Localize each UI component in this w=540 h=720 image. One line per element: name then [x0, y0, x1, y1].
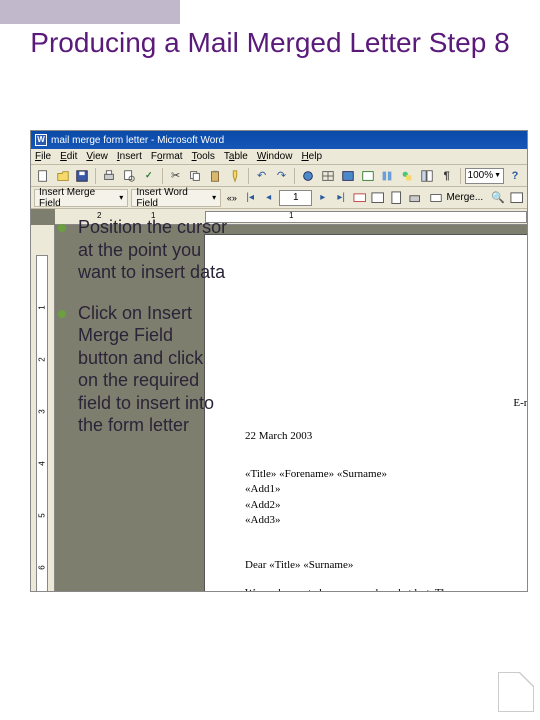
- menu-help[interactable]: Help: [301, 151, 322, 162]
- doc-map-icon[interactable]: [418, 167, 436, 185]
- bullet-text: Position the cursor at the point you wan…: [78, 217, 227, 282]
- titlebar: W mail merge form letter - Microsoft Wor…: [31, 131, 527, 149]
- sender-email: E-mail A1@: [245, 396, 528, 411]
- bullet-item: Click on Insert Merge Field button and c…: [58, 302, 228, 437]
- print-preview-icon[interactable]: [120, 167, 138, 185]
- new-doc-icon[interactable]: [34, 167, 52, 185]
- edit-data-source-icon[interactable]: [509, 190, 524, 206]
- redo-icon[interactable]: ↷: [273, 167, 291, 185]
- show-hide-icon[interactable]: ¶: [438, 167, 456, 185]
- body-paragraph: We are happy to have you on board at las…: [245, 586, 528, 592]
- next-record-icon[interactable]: ▸: [315, 190, 330, 206]
- chevron-down-icon: ▼: [494, 172, 501, 179]
- merge-button[interactable]: Merge...: [425, 189, 487, 207]
- help-icon[interactable]: ?: [506, 167, 524, 185]
- sender-tel: Tel (01: [245, 381, 528, 396]
- mail-merge-toolbar: Insert Merge Field ▾ Insert Word Field ▾…: [31, 187, 527, 209]
- excel-icon[interactable]: [359, 167, 377, 185]
- word-app-icon: W: [35, 134, 47, 146]
- bullet-item: Position the cursor at the point you wan…: [58, 216, 228, 284]
- bullet-dot-icon: [58, 310, 66, 318]
- chevron-down-icon: ▾: [119, 193, 123, 202]
- merge-field-line: «Add2»: [245, 498, 528, 513]
- slide-bullets: Position the cursor at the point you wan…: [58, 216, 228, 455]
- view-merged-data-icon[interactable]: «»: [224, 190, 239, 206]
- cut-icon[interactable]: ✂: [167, 167, 185, 185]
- insert-table-icon[interactable]: [339, 167, 357, 185]
- format-painter-icon[interactable]: [226, 167, 244, 185]
- insert-merge-field-button[interactable]: Insert Merge Field ▾: [34, 189, 128, 207]
- zoom-select[interactable]: 100% ▼: [465, 168, 505, 184]
- merge-field-line: «Add3»: [245, 513, 528, 528]
- merge-field-line: «Add1»: [245, 482, 528, 497]
- undo-icon[interactable]: ↶: [253, 167, 271, 185]
- merge-label: Merge...: [446, 192, 483, 203]
- menu-insert[interactable]: Insert: [117, 151, 142, 162]
- last-record-icon[interactable]: ▸|: [334, 190, 349, 206]
- hyperlink-icon[interactable]: [299, 167, 317, 185]
- sender-address-line: A1 A: [245, 311, 528, 326]
- find-record-icon[interactable]: 🔍: [490, 190, 505, 206]
- print-icon[interactable]: [100, 167, 118, 185]
- insert-word-field-button[interactable]: Insert Word Field ▾: [131, 189, 221, 207]
- window-title: mail merge form letter - Microsoft Word: [51, 135, 224, 146]
- copy-icon[interactable]: [186, 167, 204, 185]
- letter-date: 22 March 2003: [245, 429, 528, 444]
- menu-format[interactable]: Format: [151, 151, 183, 162]
- slide-title: Producing a Mail Merged Letter Step 8: [10, 26, 530, 60]
- menu-file[interactable]: File: [35, 151, 51, 162]
- sender-address-line: Th: [245, 326, 528, 341]
- tables-borders-icon[interactable]: [319, 167, 337, 185]
- spellcheck-icon[interactable]: ✓: [140, 167, 158, 185]
- columns-icon[interactable]: [378, 167, 396, 185]
- bullet-dot-icon: [58, 224, 66, 232]
- document-page[interactable]: A1 A Th L FY Tel (01 E-mail A1@ 22 March…: [205, 235, 528, 592]
- insert-merge-field-label: Insert Merge Field: [39, 187, 116, 209]
- menu-tools[interactable]: Tools: [192, 151, 215, 162]
- drawing-icon[interactable]: [398, 167, 416, 185]
- salutation: Dear «Title» «Surname»: [245, 558, 528, 573]
- menu-view[interactable]: View: [86, 151, 108, 162]
- zoom-value: 100%: [468, 170, 494, 181]
- check-errors-icon[interactable]: [370, 190, 385, 206]
- bullet-text: Click on Insert Merge Field button and c…: [78, 303, 214, 436]
- merge-printer-icon[interactable]: [407, 190, 422, 206]
- sender-address-line: L: [245, 342, 528, 357]
- page-curl-decoration: [498, 672, 534, 712]
- decorative-stripe: [0, 0, 180, 24]
- sender-address-line: FY: [245, 357, 528, 372]
- merge-field-line: «Title» «Forename» «Surname»: [245, 467, 528, 482]
- menubar: File Edit View Insert Format Tools Table…: [31, 149, 527, 165]
- menu-table[interactable]: Table: [224, 151, 248, 162]
- insert-word-field-label: Insert Word Field: [136, 187, 209, 209]
- open-icon[interactable]: [54, 167, 72, 185]
- prev-record-icon[interactable]: ◂: [261, 190, 276, 206]
- vertical-ruler: 1 2 3 4 5 6: [31, 225, 55, 592]
- letter-content: A1 A Th L FY Tel (01 E-mail A1@ 22 March…: [245, 311, 528, 592]
- first-record-icon[interactable]: |◂: [243, 190, 258, 206]
- chevron-down-icon: ▾: [212, 193, 216, 202]
- standard-toolbar: ✓ ✂ ↶ ↷ ¶ 100% ▼ ?: [31, 165, 527, 187]
- record-counter[interactable]: 1: [279, 190, 312, 206]
- menu-edit[interactable]: Edit: [60, 151, 77, 162]
- save-icon[interactable]: [74, 167, 92, 185]
- merge-new-doc-icon[interactable]: [389, 190, 404, 206]
- paste-icon[interactable]: [206, 167, 224, 185]
- mail-merge-helper-icon[interactable]: [352, 190, 367, 206]
- menu-window[interactable]: Window: [257, 151, 293, 162]
